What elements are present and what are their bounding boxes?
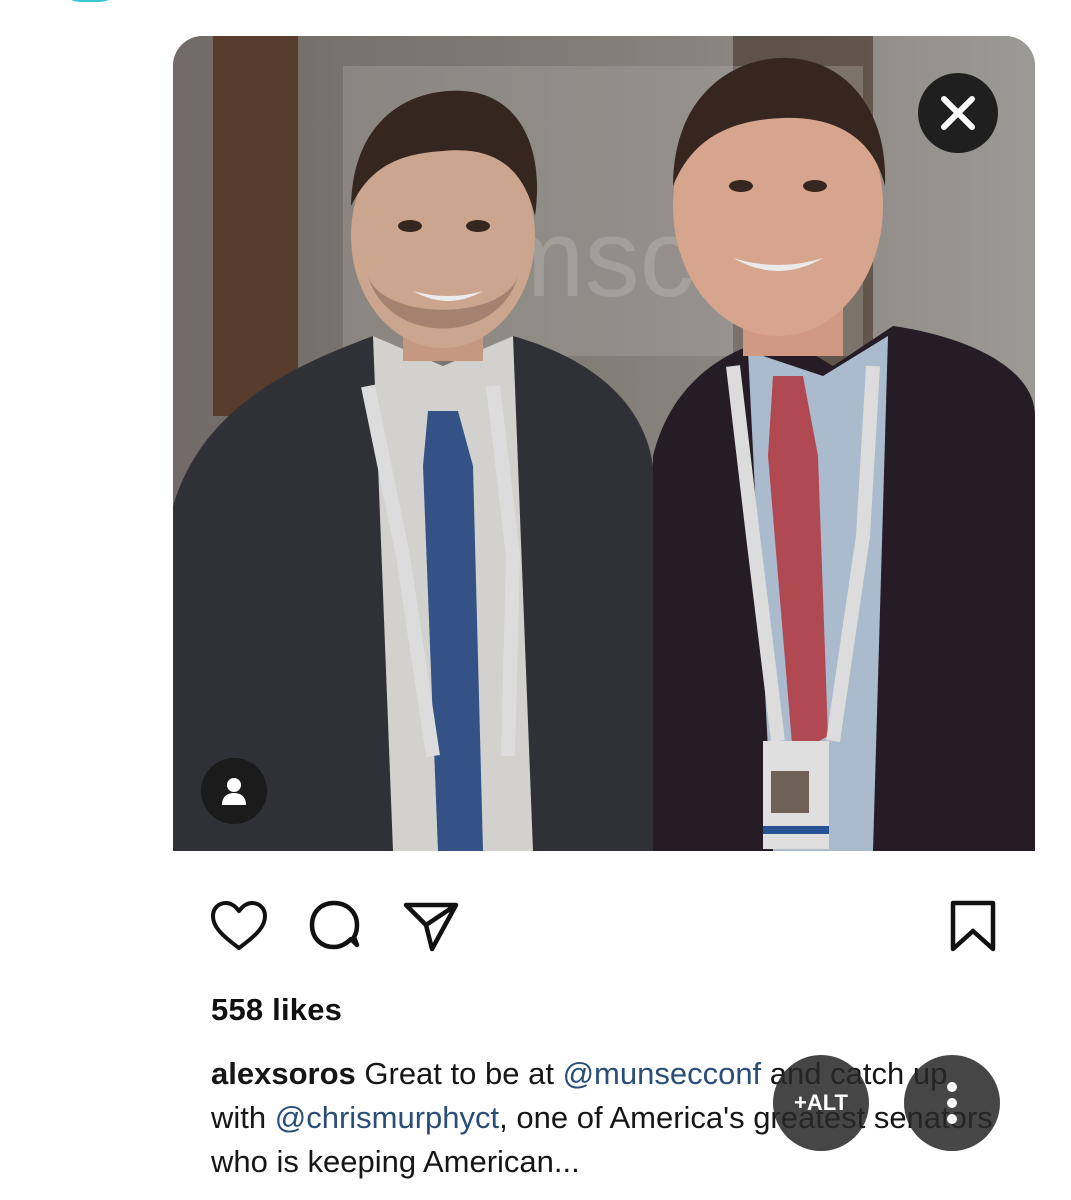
more-vertical-icon (947, 1082, 957, 1124)
top-accent-shape (60, 0, 120, 2)
likes-count[interactable]: 558 likes (211, 992, 342, 1028)
like-button[interactable] (209, 896, 269, 956)
close-icon (941, 96, 975, 130)
close-button[interactable] (918, 73, 998, 153)
heart-icon (211, 901, 267, 950)
caption-mention-munsecconf[interactable]: @munsecconf (563, 1056, 762, 1091)
save-button[interactable] (943, 896, 1003, 956)
bookmark-icon (950, 900, 996, 952)
comment-icon (309, 900, 360, 950)
caption-mention-chrismurphyct[interactable]: @chrismurphyct (275, 1100, 499, 1135)
more-options-button[interactable] (904, 1055, 1000, 1151)
caption-username[interactable]: alexsoros (211, 1056, 356, 1091)
person-tag-icon (222, 778, 246, 805)
comment-button[interactable] (305, 896, 365, 956)
post-caption: alexsoros Great to be at @munsecconf and… (211, 1052, 1011, 1184)
caption-text: Great to be at (355, 1056, 563, 1091)
post-action-bar (173, 880, 1035, 970)
photo-scene: msc (173, 36, 1035, 851)
tagged-people-button[interactable] (201, 758, 267, 824)
alt-text-button[interactable]: +ALT (773, 1055, 869, 1151)
send-icon (403, 902, 459, 952)
post-photo[interactable]: msc (173, 36, 1035, 851)
share-button[interactable] (401, 896, 461, 956)
